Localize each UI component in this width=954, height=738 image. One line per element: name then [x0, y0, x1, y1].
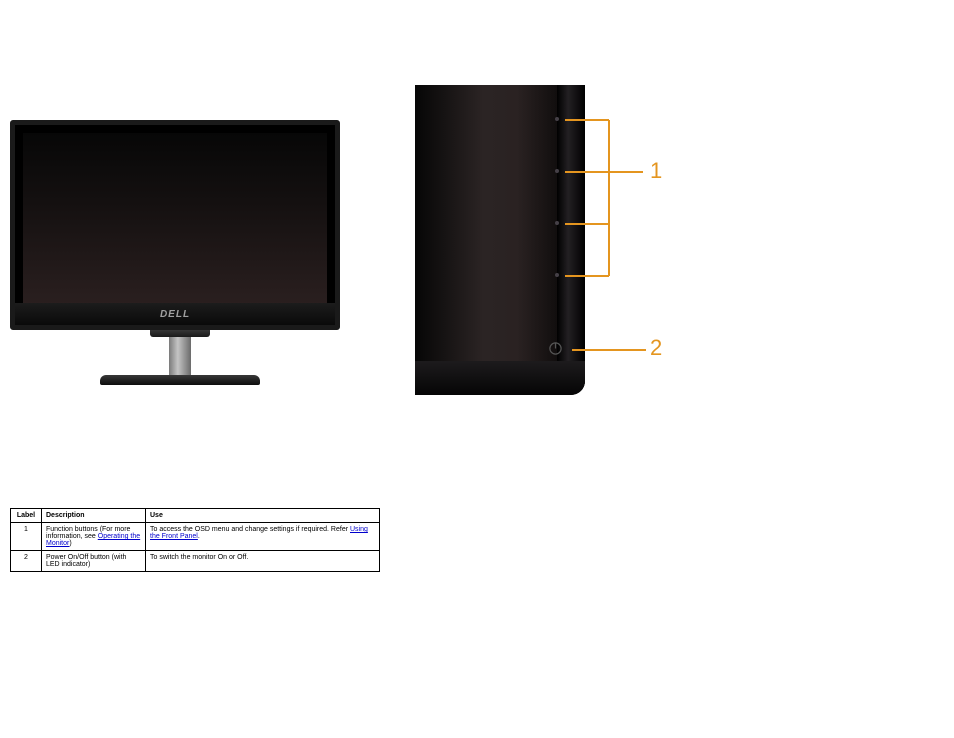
function-button-1: [555, 117, 559, 121]
use-text-after: .: [198, 533, 200, 540]
callout-label-1: 1: [650, 158, 662, 184]
monitor-bezel: DELL: [10, 120, 340, 330]
callout-label-2: 2: [650, 335, 662, 361]
function-button-4: [555, 273, 559, 277]
th-description: Description: [42, 509, 146, 523]
bezel-bottom-edge: [415, 361, 585, 395]
table-row: 1 Function buttons (For more information…: [11, 523, 380, 551]
monitor-stand-neck: [169, 337, 191, 375]
bezel-closeup: [415, 85, 585, 395]
brand-logo: DELL: [160, 309, 190, 320]
cell-description: Function buttons (For more information, …: [42, 523, 146, 551]
cell-label: 1: [11, 523, 42, 551]
table-row: 2 Power On/Off button (with LED indicato…: [11, 551, 380, 572]
power-button-icon: [548, 341, 563, 356]
th-use: Use: [146, 509, 380, 523]
monitor-hinge: [150, 329, 210, 337]
monitor-chin: DELL: [15, 303, 335, 325]
cell-use: To switch the monitor On or Off.: [146, 551, 380, 572]
function-button-2: [555, 169, 559, 173]
callout-line-2: [572, 343, 650, 357]
parts-table: Label Description Use 1 Function buttons…: [10, 508, 380, 572]
monitor-front-view: DELL: [10, 120, 350, 385]
table-header-row: Label Description Use: [11, 509, 380, 523]
cell-use: To access the OSD menu and change settin…: [146, 523, 380, 551]
cell-description: Power On/Off button (with LED indicator): [42, 551, 146, 572]
use-text: To access the OSD menu and change settin…: [150, 526, 350, 533]
monitor-stand-base: [100, 375, 260, 385]
th-label: Label: [11, 509, 42, 523]
function-button-3: [555, 221, 559, 225]
monitor-screen: [23, 133, 327, 305]
desc-text-after: ): [69, 540, 71, 547]
figure-row: DELL 1 2: [10, 85, 770, 395]
cell-label: 2: [11, 551, 42, 572]
callout-bracket-1: [565, 113, 647, 283]
